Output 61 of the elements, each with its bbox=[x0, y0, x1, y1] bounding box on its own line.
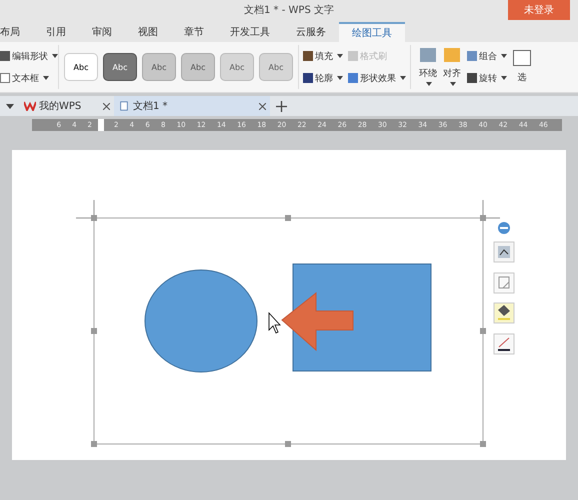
window-title: 文档1 * - WPS 文字 bbox=[244, 4, 334, 17]
layout-icon[interactable] bbox=[494, 242, 514, 262]
tool-icon bbox=[348, 51, 358, 61]
menu-tab[interactable]: 云服务 bbox=[283, 22, 339, 42]
resize-handle[interactable] bbox=[91, 328, 97, 334]
menu-tab[interactable]: 布局 bbox=[0, 22, 33, 42]
ribbon-button[interactable]: 选 bbox=[513, 45, 531, 89]
ribbon-button[interactable]: 环绕 bbox=[419, 45, 437, 89]
resize-handle[interactable] bbox=[480, 215, 486, 221]
tool-icon bbox=[444, 48, 460, 62]
resize-handle[interactable] bbox=[480, 441, 486, 447]
ribbon-button[interactable]: 编辑形状 bbox=[0, 50, 58, 62]
logo-icon bbox=[24, 101, 36, 111]
resize-handle[interactable] bbox=[285, 215, 291, 221]
outline-pen-icon[interactable] bbox=[494, 334, 514, 354]
document-tab[interactable]: 文档1 * bbox=[114, 96, 270, 116]
shape-style-swatch[interactable]: Abc bbox=[142, 53, 176, 81]
caret-icon[interactable] bbox=[6, 104, 14, 108]
tool-icon bbox=[467, 73, 477, 83]
indent-marker-icon[interactable] bbox=[98, 119, 104, 131]
ellipse-shape[interactable] bbox=[144, 270, 258, 372]
collapse-icon[interactable] bbox=[498, 222, 510, 234]
resize-handle[interactable] bbox=[480, 328, 486, 334]
ribbon-button[interactable]: 对齐 bbox=[443, 45, 461, 89]
login-button[interactable]: 未登录 bbox=[508, 0, 570, 20]
tool-icon bbox=[467, 51, 477, 61]
shape-style-swatch[interactable]: Abc bbox=[181, 53, 215, 81]
fill-bucket-icon[interactable] bbox=[494, 302, 514, 324]
close-icon[interactable] bbox=[103, 102, 110, 110]
menu-tab[interactable]: 开发工具 bbox=[217, 22, 283, 42]
tool-icon bbox=[420, 48, 436, 62]
tool-icon bbox=[303, 73, 313, 83]
menu-tab[interactable]: 章节 bbox=[171, 22, 217, 42]
new-tab-icon[interactable] bbox=[276, 100, 287, 112]
ribbon-button[interactable]: 旋转 bbox=[467, 72, 507, 84]
document-icon bbox=[118, 101, 130, 111]
tool-icon bbox=[0, 51, 10, 61]
tool-icon bbox=[348, 73, 358, 83]
cursor-icon bbox=[268, 312, 281, 334]
edit-shape-icon[interactable] bbox=[494, 272, 514, 294]
shape-style-swatch[interactable]: Abc bbox=[259, 53, 293, 81]
document-tab[interactable]: 我的WPS bbox=[20, 96, 114, 116]
shape-style-swatch[interactable]: Abc bbox=[64, 53, 98, 81]
tool-icon bbox=[513, 50, 531, 66]
shape-style-swatch[interactable]: Abc bbox=[103, 53, 137, 81]
resize-handle[interactable] bbox=[285, 441, 291, 447]
ribbon-button[interactable]: 组合 bbox=[467, 50, 507, 62]
menu-tab[interactable]: 引用 bbox=[33, 22, 79, 42]
ribbon-button[interactable]: 形状效果 bbox=[348, 72, 406, 84]
menu-tab[interactable]: 视图 bbox=[125, 22, 171, 42]
shape-style-swatch[interactable]: Abc bbox=[220, 53, 254, 81]
menu-tab[interactable]: 审阅 bbox=[79, 22, 125, 42]
resize-handle[interactable] bbox=[91, 215, 97, 221]
resize-handle[interactable] bbox=[91, 441, 97, 447]
ribbon-button[interactable]: 填充 bbox=[303, 50, 343, 62]
left-arrow-shape[interactable] bbox=[281, 292, 354, 352]
menu-tab[interactable]: 绘图工具 bbox=[339, 22, 405, 42]
close-icon[interactable] bbox=[259, 102, 266, 110]
tool-icon bbox=[303, 51, 313, 61]
ribbon-button[interactable]: 轮廓 bbox=[303, 72, 343, 84]
ribbon-button[interactable]: 文本框 bbox=[0, 72, 58, 84]
